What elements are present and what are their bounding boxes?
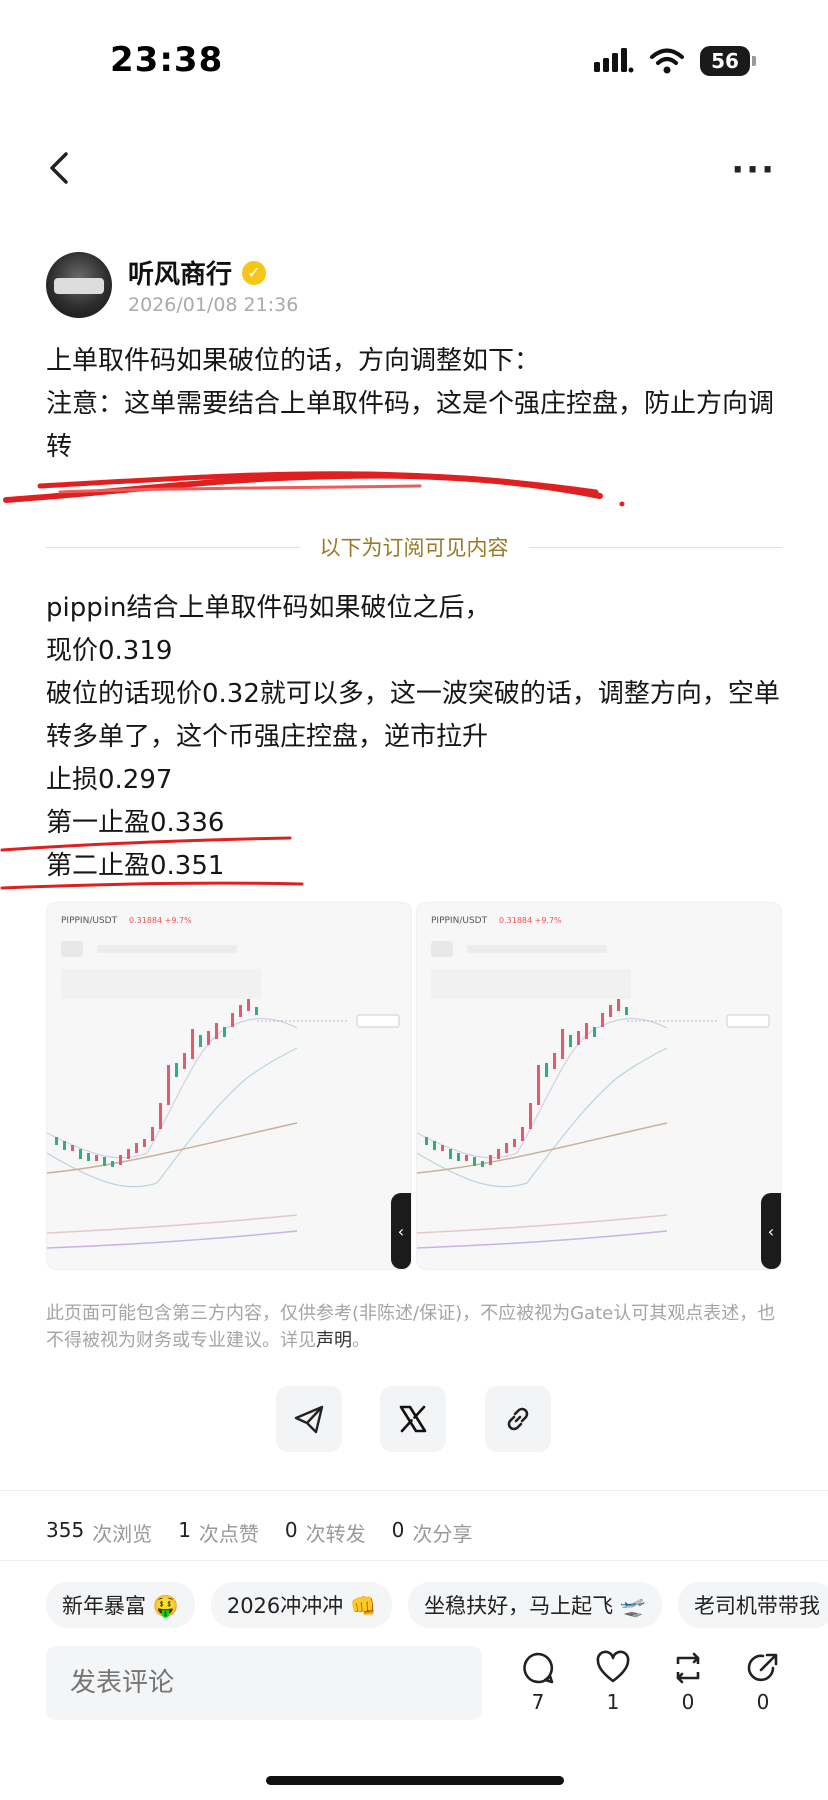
divider (0, 1560, 828, 1561)
like-count: 1 (606, 1690, 620, 1714)
disclaimer-end: 。 (352, 1330, 370, 1351)
shares-count: 0 (391, 1518, 405, 1542)
share-telegram-button[interactable] (276, 1386, 342, 1452)
copy-link-button[interactable] (485, 1386, 551, 1452)
repost-icon (676, 1652, 700, 1684)
post-note: 注意：这单需要结合上单取件码，这是个强庄控盘，防止方向调转 (46, 389, 775, 462)
candlesticks (425, 999, 628, 1167)
wifi-icon (650, 48, 684, 74)
reposts-count: 0 (284, 1518, 298, 1542)
comment-icon (523, 1652, 554, 1684)
candlesticks (55, 999, 258, 1167)
chart-change: 0.31884 +9.7% (499, 916, 562, 925)
chevron-left-icon[interactable] (40, 148, 80, 188)
subscriber-divider: 以下为订阅可见内容 (0, 532, 828, 562)
tag-list: 新年暴富 🤑 2026冲冲冲 👊 坐稳扶好，马上起飞 🛫 老司机带带我 (46, 1582, 828, 1628)
comment-count: 7 (531, 1690, 545, 1714)
like-button[interactable]: 1 (588, 1650, 638, 1714)
avatar[interactable] (46, 252, 112, 318)
disclaimer: 此页面可能包含第三方内容，仅供参考(非陈述/保证)，不应被视为Gate认可其观点… (46, 1300, 786, 1354)
repost-button[interactable]: 0 (663, 1650, 713, 1714)
post-date: 2026/01/08 21:36 (128, 294, 299, 316)
post-line-1: pippin结合上单取件码如果破位之后， (46, 593, 491, 623)
repost-count: 0 (681, 1690, 695, 1714)
share-x-button[interactable] (380, 1386, 446, 1452)
chart-image-2[interactable]: PIPPIN/USDT 0.31884 +9.7% ‹ (416, 902, 782, 1270)
red-scribble-annotation (3, 471, 625, 507)
chevron-left-icon[interactable]: ‹ (761, 1193, 781, 1269)
tag-chip[interactable]: 新年暴富 🤑 (46, 1582, 195, 1628)
author-name-row[interactable]: 听风商行 ✓ (128, 254, 267, 291)
chart-image-1[interactable]: PIPPIN/USDT 0.31884 +9.7% ‹ (46, 902, 412, 1270)
likes-count: 1 (178, 1518, 191, 1542)
share-icon (747, 1653, 778, 1682)
post-line-3: 破位的话现价0.32就可以多，这一波突破的话，调整方向，空单转多单了，这个币强庄… (46, 679, 780, 752)
tag-chip[interactable]: 坐稳扶好，马上起飞 🛫 (408, 1582, 662, 1628)
chevron-left-icon[interactable]: ‹ (391, 1193, 411, 1269)
comment-input[interactable] (46, 1646, 482, 1720)
post-intro: 上单取件码如果破位的话，方向调整如下： (46, 346, 541, 376)
status-icons: 56 (594, 46, 756, 76)
heart-icon (596, 1650, 630, 1683)
status-time: 23:38 (110, 40, 224, 80)
chart-pair: PIPPIN/USDT (61, 916, 118, 926)
cellular-signal-icon (594, 48, 634, 73)
views-label: 次浏览 (92, 1522, 153, 1546)
disclaimer-link[interactable]: 声明 (316, 1330, 352, 1351)
post-line-4: 止损0.297 (46, 765, 173, 795)
x-icon (399, 1405, 427, 1433)
home-indicator[interactable] (266, 1776, 564, 1785)
verified-badge-icon: ✓ (242, 260, 267, 285)
share-count: 0 (756, 1690, 770, 1714)
reposts-label: 次转发 (305, 1522, 366, 1546)
comment-button[interactable]: 7 (513, 1650, 563, 1714)
more-icon[interactable]: ··· (731, 150, 776, 190)
share-button[interactable]: 0 (738, 1650, 788, 1714)
views-count: 355 (46, 1518, 85, 1542)
telegram-icon (294, 1405, 324, 1434)
chart-change: 0.31884 +9.7% (129, 916, 192, 925)
battery-indicator: 56 (700, 46, 756, 76)
link-icon (507, 1407, 529, 1431)
chart-pair: PIPPIN/USDT (431, 916, 488, 926)
red-underline-annotation (0, 836, 304, 890)
post-stats: 355 次浏览 1 次点赞 0 次转发 0 次分享 (46, 1518, 472, 1547)
disclaimer-text: 此页面可能包含第三方内容，仅供参考(非陈述/保证)，不应被视为Gate认可其观点… (46, 1303, 776, 1351)
divider (0, 1490, 828, 1491)
likes-label: 次点赞 (198, 1522, 259, 1546)
post-line-2: 现价0.319 (46, 636, 173, 666)
shares-label: 次分享 (412, 1522, 473, 1546)
tag-chip[interactable]: 老司机带带我 (677, 1582, 828, 1628)
author-name[interactable]: 听风商行 (128, 254, 232, 291)
tag-chip[interactable]: 2026冲冲冲 👊 (210, 1582, 393, 1628)
